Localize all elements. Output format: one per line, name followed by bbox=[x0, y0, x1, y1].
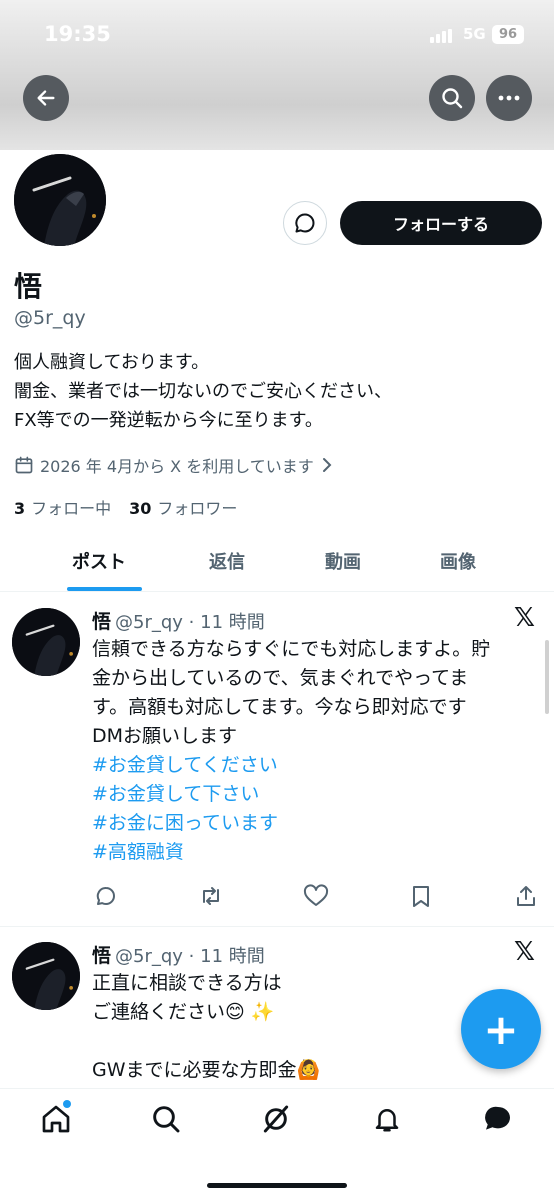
like-icon bbox=[303, 884, 329, 906]
search-button[interactable] bbox=[429, 75, 475, 121]
repost-icon bbox=[203, 887, 219, 905]
home-indicator bbox=[207, 1183, 347, 1188]
profile-bio: 個人融資しております。 闇金、業者では一切ないのでご安心ください、 FX等での一… bbox=[14, 348, 392, 435]
nav-notifications[interactable] bbox=[367, 1099, 407, 1139]
profile-handle: @5r_qy bbox=[14, 307, 86, 329]
active-tab-indicator bbox=[67, 587, 142, 591]
post[interactable]: 悟 @5r_qy · 11 時間 𝕏 信頼できる方ならすぐにでも対応しますよ。貯 … bbox=[0, 593, 554, 927]
battery-icon: 96 bbox=[492, 25, 524, 44]
follow-stats: 3 フォロー中 30 フォロワー bbox=[14, 495, 237, 519]
post-actions bbox=[92, 882, 540, 910]
bottom-navigation bbox=[0, 1088, 554, 1199]
nav-home[interactable] bbox=[36, 1099, 76, 1139]
scrollbar[interactable] bbox=[545, 640, 549, 714]
follow-button[interactable]: フォローする bbox=[340, 201, 542, 245]
post-avatar[interactable] bbox=[12, 608, 80, 676]
chevron-right-icon bbox=[322, 458, 332, 472]
hashtag-link[interactable]: #高額融資 bbox=[92, 838, 538, 867]
reply-button[interactable] bbox=[92, 882, 120, 910]
notification-dot bbox=[63, 1100, 71, 1108]
following-label: フォロー中 bbox=[31, 499, 112, 518]
followers-stat[interactable]: 30 フォロワー bbox=[129, 495, 237, 519]
bookmark-button[interactable] bbox=[407, 882, 435, 910]
grok-icon bbox=[263, 1105, 289, 1133]
bio-line: 個人融資しております。 bbox=[14, 352, 210, 373]
tab-replies[interactable]: 返信 bbox=[209, 548, 245, 574]
tab-images[interactable]: 画像 bbox=[440, 548, 476, 574]
signal-icon bbox=[430, 29, 452, 43]
joined-date[interactable]: 2026 年 4月から X を利用しています bbox=[14, 453, 334, 477]
post-text-line: GWまでに必要な方即金🙆 bbox=[92, 1059, 321, 1081]
tab-videos[interactable]: 動画 bbox=[325, 548, 361, 574]
share-button[interactable] bbox=[512, 882, 540, 910]
status-time: 19:35 bbox=[44, 22, 111, 46]
post-author: 悟 bbox=[92, 945, 112, 967]
followers-label: フォロワー bbox=[157, 499, 238, 518]
post-text-line: DMお願いします bbox=[92, 725, 238, 747]
post-meta: @5r_qy · 11 時間 bbox=[115, 946, 265, 967]
post-header: 悟 @5r_qy · 11 時間 bbox=[92, 607, 265, 634]
like-button[interactable] bbox=[302, 882, 330, 910]
back-icon bbox=[37, 90, 55, 106]
nav-messages[interactable] bbox=[478, 1099, 518, 1139]
messages-icon bbox=[485, 1106, 510, 1130]
avatar-image bbox=[12, 608, 80, 676]
calendar-icon bbox=[15, 456, 33, 474]
display-name: 悟 bbox=[14, 270, 43, 303]
bookmark-icon bbox=[413, 886, 429, 907]
more-button[interactable] bbox=[486, 75, 532, 121]
notifications-icon bbox=[375, 1109, 399, 1132]
bio-line: 闇金、業者では一切ないのでご安心ください、 bbox=[14, 381, 392, 402]
post-text-line: 信頼できる方ならすぐにでも対応しますよ。貯 bbox=[92, 638, 491, 660]
x-logo-icon[interactable]: 𝕏 bbox=[514, 937, 535, 967]
more-icon bbox=[498, 95, 520, 101]
tab-posts[interactable]: ポスト bbox=[72, 548, 126, 574]
status-bar: 19:35 5G 96 bbox=[0, 0, 554, 70]
post-header: 悟 @5r_qy · 11 時間 bbox=[92, 941, 265, 968]
compose-post-button[interactable]: + bbox=[461, 989, 541, 1069]
post-text-line: 正直に相談できる方は bbox=[92, 972, 282, 994]
following-count: 3 bbox=[14, 499, 26, 518]
x-logo-icon[interactable]: 𝕏 bbox=[514, 603, 535, 633]
avatar-image bbox=[12, 942, 80, 1010]
followers-count: 30 bbox=[129, 499, 152, 518]
post-body: 信頼できる方ならすぐにでも対応しますよ。貯 金から出しているので、気まぐれでやっ… bbox=[92, 635, 538, 867]
avatar-image bbox=[14, 154, 106, 246]
message-icon bbox=[295, 213, 315, 233]
hashtag-link[interactable]: #お金貸して下さい bbox=[92, 780, 538, 809]
profile-tabs: ポスト 返信 動画 画像 bbox=[0, 536, 554, 592]
bio-line: FX等での一発逆転から今に至ります。 bbox=[14, 410, 323, 431]
post-text-line: す。高額も対応してます。今なら即対応です bbox=[92, 696, 467, 718]
post-text-line: 金から出しているので、気まぐれでやってま bbox=[92, 667, 469, 689]
share-icon bbox=[517, 886, 535, 906]
post-meta: @5r_qy · 11 時間 bbox=[115, 612, 265, 633]
repost-button[interactable] bbox=[197, 882, 225, 910]
post-avatar[interactable] bbox=[12, 942, 80, 1010]
profile-avatar[interactable] bbox=[10, 150, 110, 250]
post-author: 悟 bbox=[92, 611, 112, 633]
following-stat[interactable]: 3 フォロー中 bbox=[14, 495, 111, 519]
explore-icon bbox=[153, 1106, 180, 1133]
network-type: 5G bbox=[463, 25, 486, 43]
search-icon bbox=[442, 88, 463, 109]
message-button[interactable] bbox=[283, 201, 327, 245]
joined-text: 2026 年 4月から X を利用しています bbox=[40, 457, 314, 476]
nav-grok[interactable] bbox=[256, 1099, 296, 1139]
back-button[interactable] bbox=[23, 75, 69, 121]
reply-icon bbox=[96, 886, 115, 905]
nav-explore[interactable] bbox=[146, 1099, 186, 1139]
hashtag-link[interactable]: #お金貸してください bbox=[92, 751, 538, 780]
hashtag-link[interactable]: #お金に困っています bbox=[92, 809, 538, 838]
